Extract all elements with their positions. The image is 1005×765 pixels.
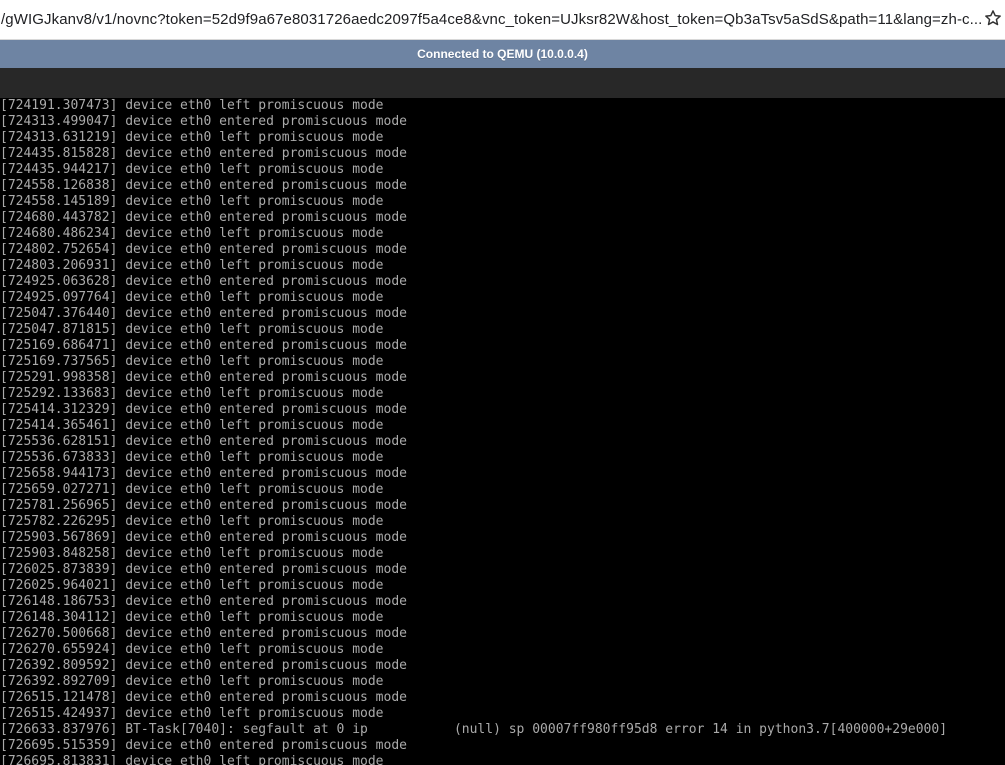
vnc-toolbar-strip	[0, 68, 1005, 98]
console-line: [726025.873839] device eth0 entered prom…	[0, 562, 407, 577]
console-line: [726515.121478] device eth0 entered prom…	[0, 690, 407, 705]
console-line: [725903.567869] device eth0 entered prom…	[0, 530, 407, 545]
console-line: [725658.944173] device eth0 entered prom…	[0, 466, 407, 481]
console-line: [724435.815828] device eth0 entered prom…	[0, 146, 407, 161]
console-line: [725903.848258] device eth0 left promisc…	[0, 546, 384, 561]
console-line: [724558.145189] device eth0 left promisc…	[0, 194, 384, 209]
console-line: [725047.871815] device eth0 left promisc…	[0, 322, 384, 337]
console-line: [724435.944217] device eth0 left promisc…	[0, 162, 384, 177]
console-line: [725782.226295] device eth0 left promisc…	[0, 514, 384, 529]
browser-address-bar[interactable]: /gWIGJkanv8/v1/novnc?token=52d9f9a67e803…	[0, 0, 1005, 40]
console-line: [724313.631219] device eth0 left promisc…	[0, 130, 384, 145]
console-line: [725414.365461] device eth0 left promisc…	[0, 418, 384, 433]
console-line: [726270.500668] device eth0 entered prom…	[0, 626, 407, 641]
console-line: [725659.027271] device eth0 left promisc…	[0, 482, 384, 497]
console-line: [724558.126838] device eth0 entered prom…	[0, 178, 407, 193]
vnc-console-screen[interactable]: [724191.307473] device eth0 left promisc…	[0, 98, 1005, 765]
console-line: [725047.376440] device eth0 entered prom…	[0, 306, 407, 321]
console-line: [724680.443782] device eth0 entered prom…	[0, 210, 407, 225]
console-line: [726392.892709] device eth0 left promisc…	[0, 674, 384, 689]
console-line: [725536.628151] device eth0 entered prom…	[0, 434, 407, 449]
console-line: [724925.097764] device eth0 left promisc…	[0, 290, 384, 305]
console-line: [724680.486234] device eth0 left promisc…	[0, 226, 384, 241]
url-text[interactable]: /gWIGJkanv8/v1/novnc?token=52d9f9a67e803…	[0, 11, 981, 28]
connection-status: Connected to QEMU (10.0.0.4)	[417, 47, 588, 61]
vnc-status-bar: Connected to QEMU (10.0.0.4)	[0, 40, 1005, 68]
console-line: [725169.686471] device eth0 entered prom…	[0, 338, 407, 353]
console-line: [725169.737565] device eth0 left promisc…	[0, 354, 384, 369]
console-line: [725536.673833] device eth0 left promisc…	[0, 450, 384, 465]
console-line: [725414.312329] device eth0 entered prom…	[0, 402, 407, 417]
console-line: [726515.424937] device eth0 left promisc…	[0, 706, 384, 721]
console-line: [726025.964021] device eth0 left promisc…	[0, 578, 384, 593]
console-line: [724313.499047] device eth0 entered prom…	[0, 114, 407, 129]
console-line: [726270.655924] device eth0 left promisc…	[0, 642, 384, 657]
console-line: [726392.809592] device eth0 entered prom…	[0, 658, 407, 673]
console-line: [724191.307473] device eth0 left promisc…	[0, 98, 384, 113]
console-line: [724925.063628] device eth0 entered prom…	[0, 274, 407, 289]
console-line: [726695.515359] device eth0 entered prom…	[0, 738, 407, 753]
console-line: [726695.813831] device eth0 left promisc…	[0, 754, 384, 765]
console-line: [724803.206931] device eth0 left promisc…	[0, 258, 384, 273]
console-line: [726148.304112] device eth0 left promisc…	[0, 610, 384, 625]
console-line: [724802.752654] device eth0 entered prom…	[0, 242, 407, 257]
star-outline-icon[interactable]	[983, 8, 1003, 28]
console-line: [725292.133683] device eth0 left promisc…	[0, 386, 384, 401]
console-line: [725781.256965] device eth0 entered prom…	[0, 498, 407, 513]
console-line: [725291.998358] device eth0 entered prom…	[0, 370, 407, 385]
console-line: [726633.837976] BT-Task[7040]: segfault …	[0, 722, 948, 737]
console-line: [726148.186753] device eth0 entered prom…	[0, 594, 407, 609]
